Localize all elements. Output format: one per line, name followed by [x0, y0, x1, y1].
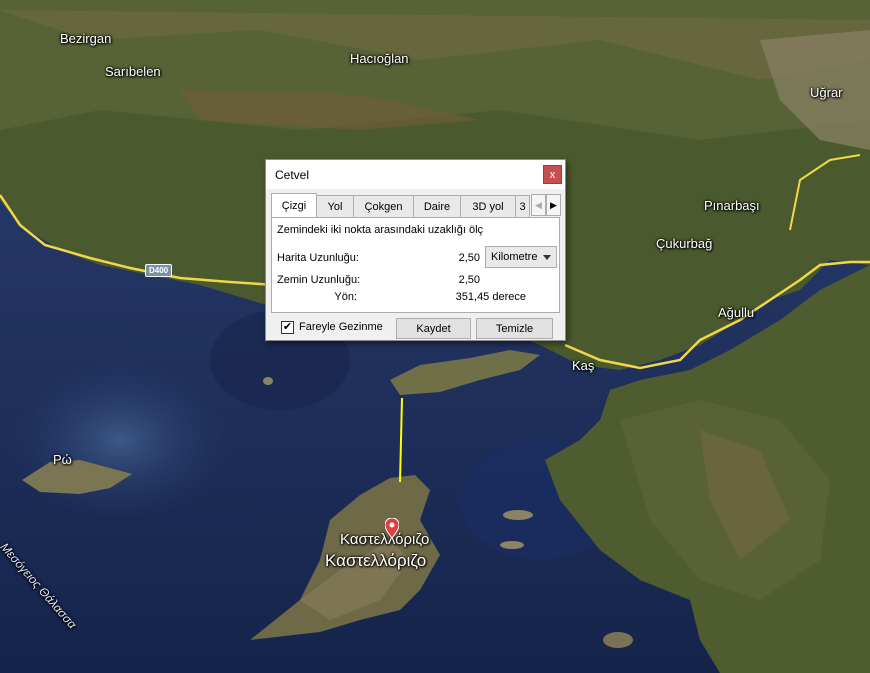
ground-length-label: Zemin Uzunluğu:	[277, 274, 361, 286]
tab-bar: Çizgi Yol Çokgen Daire 3D yol 3	[271, 193, 530, 217]
place-label-cukurbag: Çukurbağ	[656, 236, 713, 251]
tab-path[interactable]: Yol	[316, 195, 354, 217]
place-label-agullu: Ağullu	[718, 305, 755, 320]
place-label-bezirgan: Bezirgan	[60, 31, 112, 46]
unit-select-value: Kilometre	[491, 251, 538, 263]
chevron-down-icon	[543, 255, 551, 260]
tab-scroll-left-button[interactable]: ◀	[531, 194, 546, 216]
mouse-navigation-checkbox[interactable]: ✔	[281, 321, 294, 334]
tab-3d-polygon[interactable]: 3	[515, 195, 530, 217]
place-label-hacioglan: Hacıoğlan	[350, 51, 409, 66]
place-label-saribelen: Sarıbelen	[105, 64, 161, 79]
ground-length-value: 2,50	[458, 274, 480, 286]
tab-scroll-right-button[interactable]: ▶	[546, 194, 561, 216]
tab-line[interactable]: Çizgi	[271, 193, 317, 217]
location-pin-icon[interactable]	[385, 518, 399, 538]
heading-value: 351,45 derece	[455, 291, 526, 303]
place-label-pinarbasi: Pınarbaşı	[704, 198, 760, 213]
measure-panel: Zemindeki iki nokta arasındaki uzaklığı …	[271, 217, 560, 313]
place-label-kastellorizo: Καστελλόριζο	[325, 551, 427, 570]
heading-label: Yön:	[334, 291, 357, 303]
close-icon: x	[549, 168, 556, 181]
arrow-left-icon: ◀	[535, 199, 542, 210]
measure-description: Zemindeki iki nokta arasındaki uzaklığı …	[277, 224, 484, 236]
close-button[interactable]: x	[543, 165, 562, 184]
ruler-dialog: Cetvel x Çizgi Yol Çokgen Daire 3D yol 3…	[265, 159, 566, 341]
dialog-title: Cetvel	[275, 167, 310, 182]
unit-select[interactable]: Kilometre	[485, 246, 557, 268]
place-label-ugrar: Uğrar	[810, 85, 843, 100]
road-shield-d400: D400	[145, 264, 173, 277]
place-label-kas: Kaş	[572, 358, 595, 373]
tab-circle[interactable]: Daire	[413, 195, 461, 217]
place-label-ro: Ρώ	[53, 452, 72, 467]
save-button[interactable]: Kaydet	[396, 318, 471, 339]
map-length-label: Harita Uzunluğu:	[277, 252, 359, 264]
mouse-navigation-label[interactable]: Fareyle Gezinme	[299, 321, 383, 333]
map-length-value: 2,50	[458, 252, 480, 264]
clear-button[interactable]: Temizle	[476, 318, 553, 339]
checkmark-icon: ✔	[282, 321, 293, 333]
dialog-titlebar[interactable]: Cetvel x	[266, 160, 565, 189]
tab-3d-path[interactable]: 3D yol	[460, 195, 516, 217]
arrow-right-icon: ▶	[550, 199, 557, 210]
dialog-footer: ✔ Fareyle Gezinme Kaydet Temizle	[266, 317, 565, 339]
tab-polygon[interactable]: Çokgen	[353, 195, 414, 217]
